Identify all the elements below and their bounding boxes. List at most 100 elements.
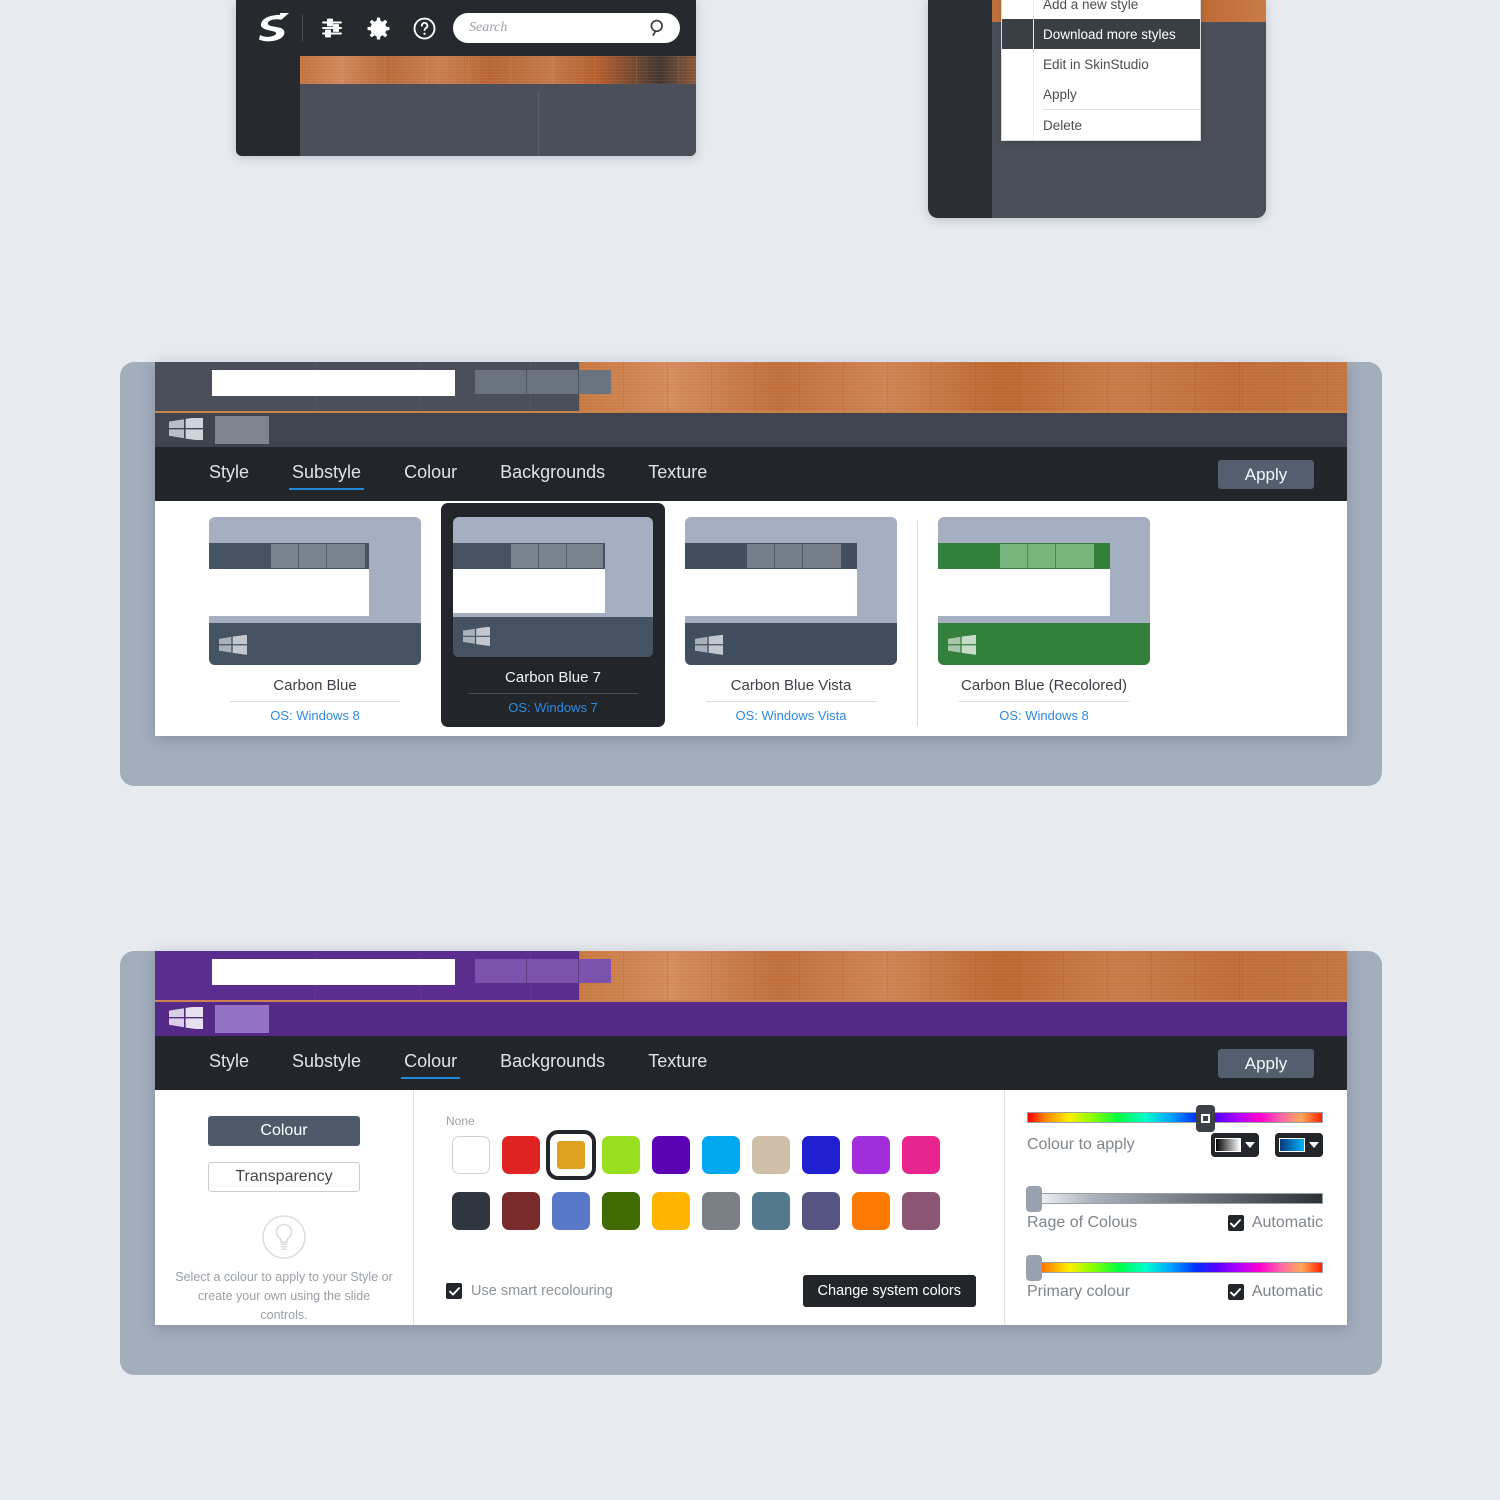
substyle-tabbar: Style Substyle Colour Backgrounds Textur…: [155, 447, 1347, 501]
substyle-rule: [230, 701, 400, 702]
swatch-mauve[interactable]: [896, 1186, 946, 1236]
tab-texture[interactable]: Texture: [648, 1051, 707, 1075]
substyle-thumbnail-list: Carbon Blue OS: Windows 8 Carbon Blue 7 …: [155, 501, 1347, 736]
tab-substyle[interactable]: Substyle: [289, 462, 365, 490]
swatch-row-2: [446, 1186, 976, 1236]
stardock-s-logo-icon: [254, 11, 292, 45]
search-input[interactable]: Search: [453, 13, 680, 43]
swatch-cornflower[interactable]: [546, 1186, 596, 1236]
colour-swatch-area: None Use smart recolouring Change system…: [413, 1090, 1005, 1325]
colour-to-apply-group: Colour to apply: [1027, 1105, 1323, 1157]
taskbar-accent-line: [155, 411, 1347, 413]
swatch-amber[interactable]: [646, 1186, 696, 1236]
colour-to-apply-slider[interactable]: [1027, 1105, 1323, 1132]
colour-tabbar: Style Substyle Colour Backgrounds Textur…: [155, 1036, 1347, 1090]
gradient-picker-mono[interactable]: [1211, 1133, 1259, 1157]
toolbar-window: Search: [236, 0, 696, 156]
tab-style[interactable]: Style: [209, 462, 249, 486]
substyle-name: Carbon Blue: [273, 677, 357, 694]
apply-button[interactable]: Apply: [1218, 460, 1314, 489]
swatch-olive[interactable]: [596, 1186, 646, 1236]
range-of-colours-group: Rage of Colous Automatic: [1026, 1186, 1323, 1232]
check-icon: [1230, 1287, 1242, 1297]
swatch-lime[interactable]: [596, 1130, 646, 1180]
desktop-preview-small: [236, 56, 696, 156]
swatch-orange[interactable]: [846, 1186, 896, 1236]
swatch-purple[interactable]: [846, 1130, 896, 1180]
checkbox-box: [446, 1283, 462, 1299]
tab-style[interactable]: Style: [209, 1051, 249, 1075]
smart-recolouring-label: Use smart recolouring: [471, 1283, 613, 1299]
preview-window-body: [212, 370, 455, 396]
colour-sliders-area: Colour to apply Rage of Colous Automatic…: [1005, 1090, 1347, 1325]
swatch-cyan[interactable]: [696, 1130, 746, 1180]
range-automatic-checkbox[interactable]: Automatic: [1227, 1214, 1323, 1232]
windows-logo-icon: [169, 1005, 203, 1030]
substyle-name: Carbon Blue 7: [505, 669, 601, 686]
chevron-down-icon: [1245, 1142, 1255, 1148]
substyle-item-carbon-blue-recolored[interactable]: Carbon Blue (Recolored) OS: Windows 8: [918, 517, 1170, 723]
substyle-thumbnail-art: [453, 517, 653, 657]
slider-handle[interactable]: [1026, 1186, 1042, 1212]
swatch-charcoal[interactable]: [446, 1186, 496, 1236]
range-of-colours-slider[interactable]: [1026, 1186, 1323, 1212]
tab-backgrounds[interactable]: Backgrounds: [500, 462, 605, 486]
preview-wallpaper-texture: [579, 362, 1347, 411]
swatch-none[interactable]: [446, 1130, 496, 1180]
swatch-pink[interactable]: [896, 1130, 946, 1180]
swatch-steel-blue[interactable]: [746, 1186, 796, 1236]
substyle-os: OS: Windows 8: [270, 708, 360, 723]
colour-desktop-preview: [155, 951, 1347, 1036]
swatch-red[interactable]: [496, 1130, 546, 1180]
preview-task-button: [215, 1005, 269, 1033]
swatch-brick[interactable]: [496, 1186, 546, 1236]
sliders-icon[interactable]: [315, 11, 349, 45]
substyle-item-carbon-blue[interactable]: Carbon Blue OS: Windows 8: [189, 517, 441, 723]
substyle-os: OS: Windows 7: [508, 700, 598, 715]
swatch-violet[interactable]: [646, 1130, 696, 1180]
swatch-blue[interactable]: [796, 1130, 846, 1180]
colour-mode-sidebar: Colour Transparency Select a colour to a…: [155, 1090, 413, 1325]
slider-handle[interactable]: [1195, 1105, 1215, 1132]
swatch-slate-purple[interactable]: [796, 1186, 846, 1236]
slider-handle[interactable]: [1026, 1255, 1042, 1281]
smart-recolouring-checkbox[interactable]: Use smart recolouring: [446, 1283, 613, 1299]
tab-colour[interactable]: Colour: [404, 462, 457, 486]
substyle-rule: [706, 701, 876, 702]
transparency-mode-button[interactable]: Transparency: [208, 1162, 360, 1192]
search-placeholder: Search: [469, 20, 508, 35]
swatch-tan[interactable]: [746, 1130, 796, 1180]
substyle-name: Carbon Blue (Recolored): [961, 677, 1127, 694]
colour-content: Colour Transparency Select a colour to a…: [155, 1090, 1347, 1325]
wallpaper-texture: [300, 56, 696, 84]
help-icon[interactable]: [407, 11, 441, 45]
taskbar-accent-line: [155, 1000, 1347, 1002]
substyle-app-window: Style Substyle Colour Backgrounds Textur…: [155, 362, 1347, 736]
tab-colour[interactable]: Colour: [401, 1051, 461, 1079]
search-icon: [650, 19, 663, 36]
change-system-colors-button[interactable]: Change system colors: [802, 1275, 976, 1307]
gradient-picker-blue[interactable]: [1275, 1133, 1323, 1157]
tab-texture[interactable]: Texture: [648, 462, 707, 486]
gear-icon[interactable]: [361, 11, 395, 45]
substyle-rule: [959, 701, 1129, 702]
tab-substyle[interactable]: Substyle: [292, 1051, 361, 1075]
colour-mode-button[interactable]: Colour: [208, 1116, 360, 1146]
lightbulb-icon: [261, 1214, 307, 1260]
substyle-item-carbon-blue-7[interactable]: Carbon Blue 7 OS: Windows 7: [441, 503, 665, 727]
colour-pickers: [1211, 1133, 1323, 1157]
preview-window-tabs: [475, 959, 611, 983]
primary-automatic-checkbox[interactable]: Automatic: [1227, 1283, 1323, 1301]
screen-root: Search Add a new style Download more sty…: [0, 0, 1500, 1500]
swatch-gold[interactable]: [546, 1130, 596, 1180]
primary-colour-slider[interactable]: [1026, 1255, 1323, 1281]
preview-window-tabs: [475, 370, 611, 394]
style-context-menu[interactable]: Add a new style Download more styles Edi…: [1001, 0, 1201, 141]
checkbox-box: [1227, 1215, 1244, 1231]
swatch-grey[interactable]: [696, 1186, 746, 1236]
apply-button[interactable]: Apply: [1218, 1049, 1314, 1078]
preview-wallpaper-texture: [579, 951, 1347, 1000]
tab-backgrounds[interactable]: Backgrounds: [500, 1051, 605, 1075]
substyle-item-carbon-blue-vista[interactable]: Carbon Blue Vista OS: Windows Vista: [665, 517, 917, 723]
colour-hint-text: Select a colour to apply to your Style o…: [175, 1270, 393, 1322]
